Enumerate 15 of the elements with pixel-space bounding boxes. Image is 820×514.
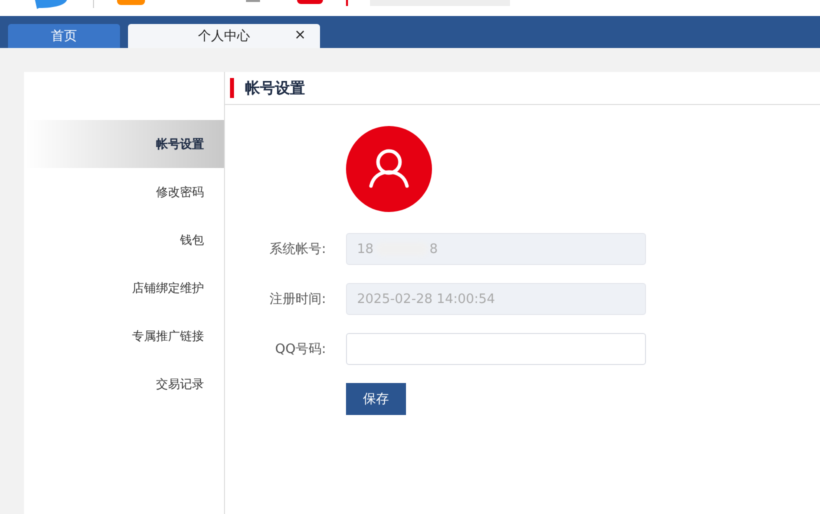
sidebar-item[interactable]: 钱包 xyxy=(24,216,224,264)
sidebar-item[interactable]: 修改密码 xyxy=(24,168,224,216)
tab[interactable]: 个人中心 × xyxy=(128,24,320,48)
field-label: 注册时间: xyxy=(268,291,326,308)
field-label: 系统帐号: xyxy=(268,241,326,258)
save-button[interactable]: 保存 xyxy=(346,383,406,415)
tab[interactable]: 首页 xyxy=(8,24,120,48)
close-icon[interactable]: × xyxy=(294,27,306,43)
input-field[interactable] xyxy=(346,333,646,365)
field-label: QQ号码: xyxy=(274,341,326,358)
avatar-icon[interactable] xyxy=(346,126,432,212)
sidebar-item[interactable]: 店铺绑定维护 xyxy=(24,264,224,312)
panel-title: 帐号设置 xyxy=(245,78,305,98)
sidebar-item[interactable]: 交易记录 xyxy=(24,360,224,408)
sidebar-item[interactable]: 专属推广链接 xyxy=(24,312,224,360)
